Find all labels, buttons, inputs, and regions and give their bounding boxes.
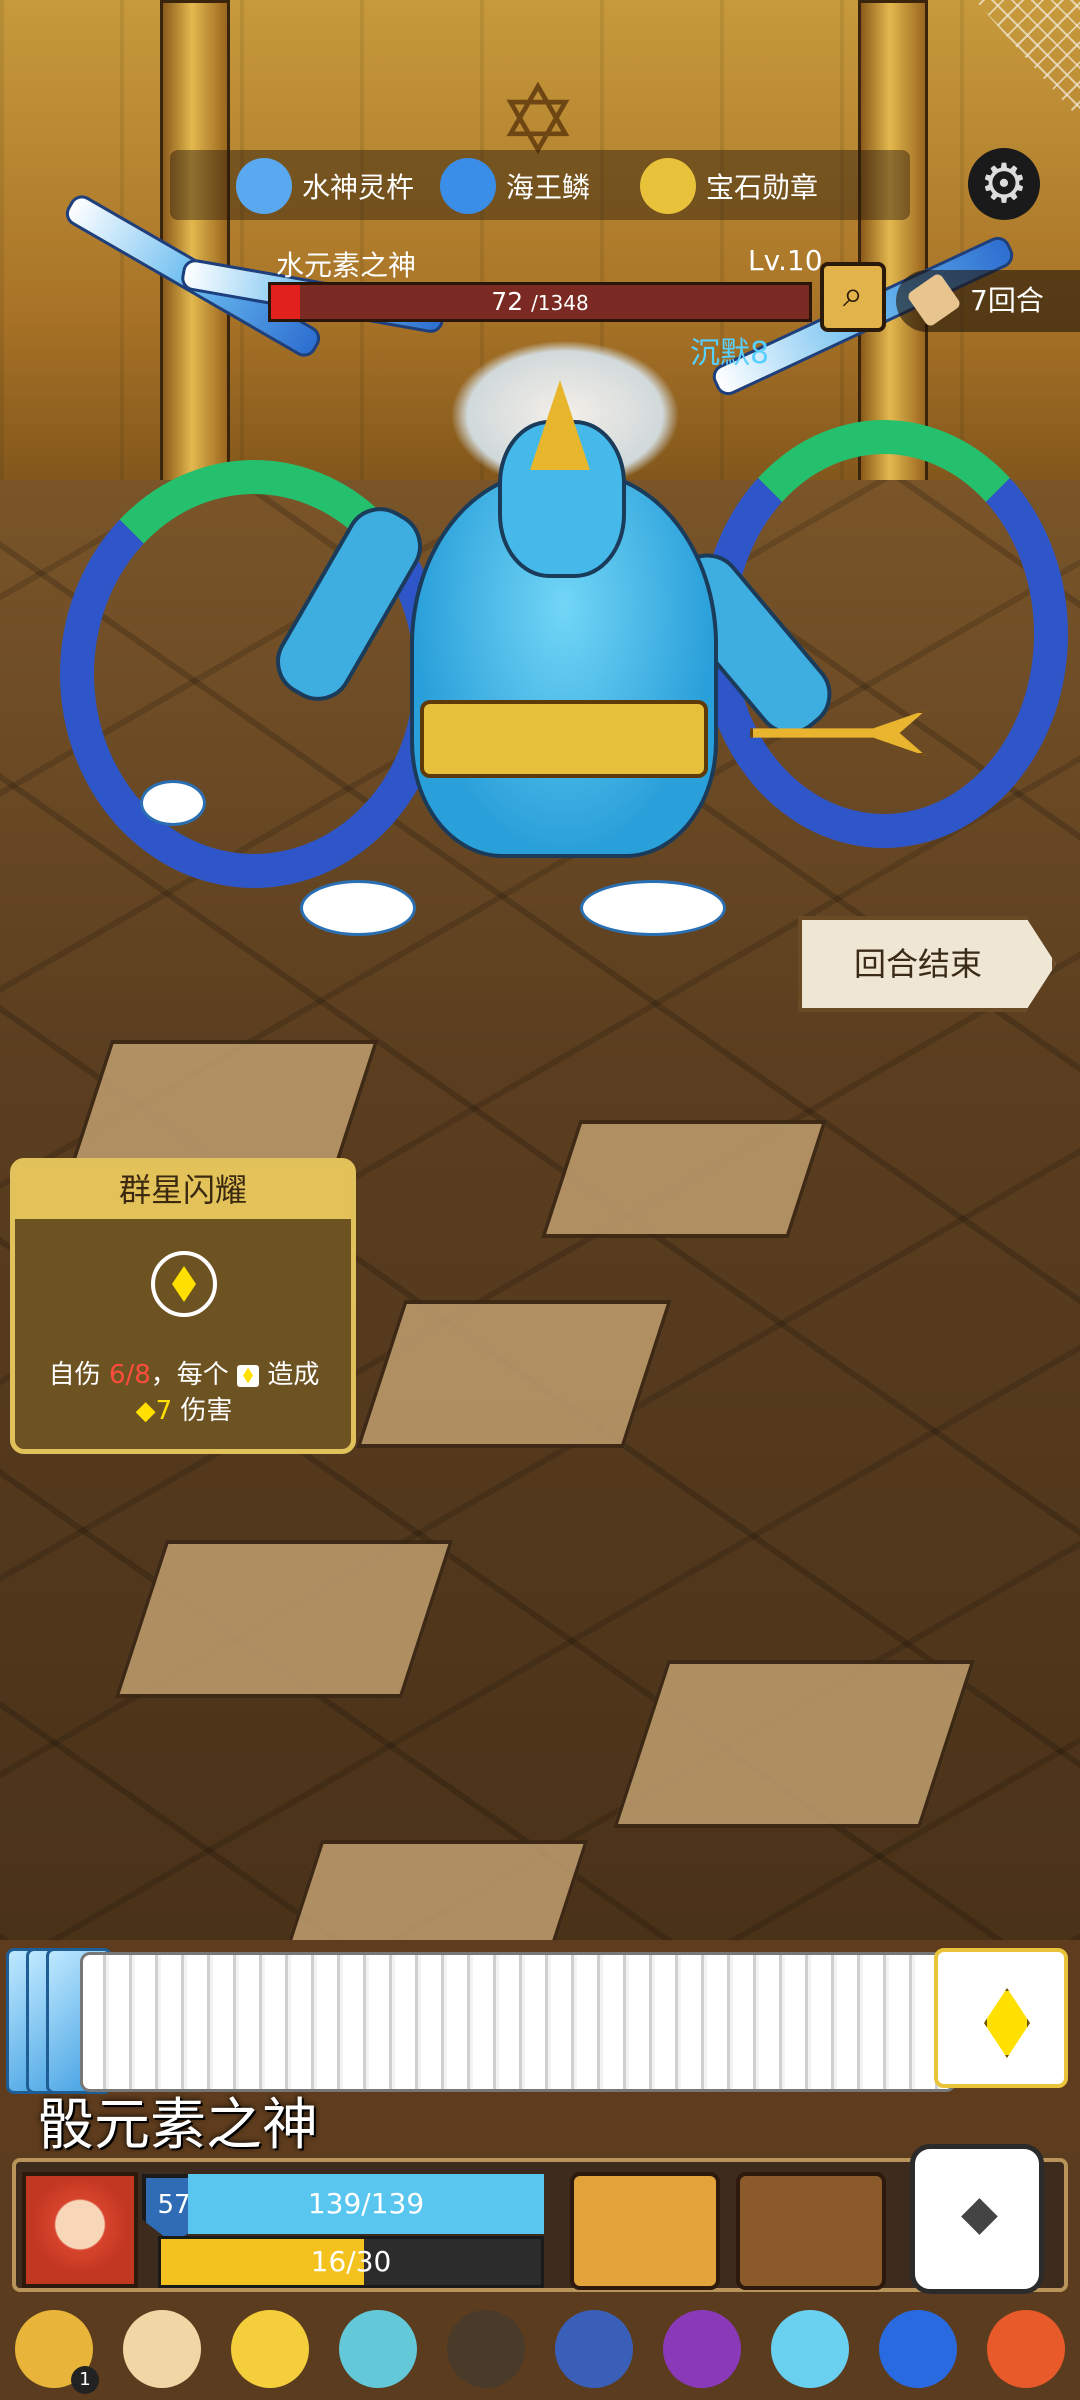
relic-label: 海王鳞 <box>506 171 591 204</box>
end-turn-button[interactable]: 回合结束 <box>798 916 1056 1012</box>
card-title: 群星闪耀 <box>15 1163 351 1219</box>
turn-counter: 7回合 <box>896 270 1080 332</box>
scroll-icon <box>906 272 962 328</box>
blue-slime-icon[interactable] <box>339 2310 417 2388</box>
energy-text: 16/30 <box>310 2245 392 2278</box>
gem-medal-icon <box>640 158 696 214</box>
inventory-bar: 1 <box>0 2298 1080 2400</box>
blue-flame-icon[interactable] <box>879 2310 957 2388</box>
card-description: 自伤 6/8，每个 造成 ◆7 伤害 <box>48 1360 320 1426</box>
relic-label: 水神灵杵 <box>302 171 415 204</box>
dice-deck-strip[interactable] <box>0 1948 1080 2094</box>
inspect-magnifier-icon[interactable]: ⌕ <box>820 262 886 332</box>
purple-cloak-icon[interactable] <box>663 2310 741 2388</box>
boss-hp-bar: 72 /1348 <box>268 282 812 322</box>
boss-hp-max: /1348 <box>531 291 589 315</box>
boss-name: 水元素之神 <box>276 249 417 282</box>
boss-hp-current: 72 <box>491 287 524 316</box>
sea-scale-icon <box>440 158 496 214</box>
relic-label: 宝石勋章 <box>706 171 819 204</box>
turn-counter-label: 7回合 <box>970 284 1044 317</box>
gem-slot-icon <box>151 1251 217 1317</box>
hexagram-icon[interactable] <box>555 2310 633 2388</box>
settings-gear-icon[interactable]: ⚙ <box>968 148 1040 220</box>
golden-crown-icon[interactable] <box>231 2310 309 2388</box>
skill-card[interactable]: 群星闪耀 自伤 6/8，每个 造成 ◆7 伤害 <box>10 1158 356 1454</box>
boss-hp-text: 72 /1348 <box>271 285 809 319</box>
item-count-badge: 1 <box>71 2366 99 2394</box>
gem-icon: ◆ <box>135 1396 156 1426</box>
player-hp-bar: 139/139 <box>188 2174 544 2234</box>
boss-level: Lv.10 <box>748 244 823 277</box>
ice-crystal-icon[interactable] <box>771 2310 849 2388</box>
gold-sack-icon[interactable]: 1 <box>15 2310 99 2394</box>
relic-water-scepter[interactable]: 水神灵杵 <box>236 158 414 214</box>
player-energy-bar: 16/30 <box>158 2236 544 2288</box>
deck-title: 骰元素之神 <box>38 2093 318 2158</box>
relic-sea-scale[interactable]: 海王鳞 <box>440 158 590 214</box>
current-dice-card[interactable] <box>934 1948 1068 2088</box>
relic-gem-medal[interactable]: 宝石勋章 <box>640 158 818 214</box>
gem-icon <box>237 1364 260 1387</box>
roll-dice-button[interactable] <box>910 2144 1044 2294</box>
fire-die-skill-button[interactable] <box>570 2172 720 2290</box>
pot-skill-button[interactable] <box>736 2172 886 2290</box>
water-scepter-icon <box>236 158 292 214</box>
water-god-boss[interactable] <box>60 190 1068 960</box>
deck-card-stack <box>80 1952 956 2092</box>
meat-leg-icon[interactable] <box>987 2310 1065 2388</box>
eye-orb-icon[interactable] <box>123 2310 201 2388</box>
player-avatar[interactable] <box>22 2172 138 2288</box>
dark-claw-icon[interactable] <box>447 2310 525 2388</box>
boss-status-silence[interactable]: 沉默8 <box>690 328 769 372</box>
